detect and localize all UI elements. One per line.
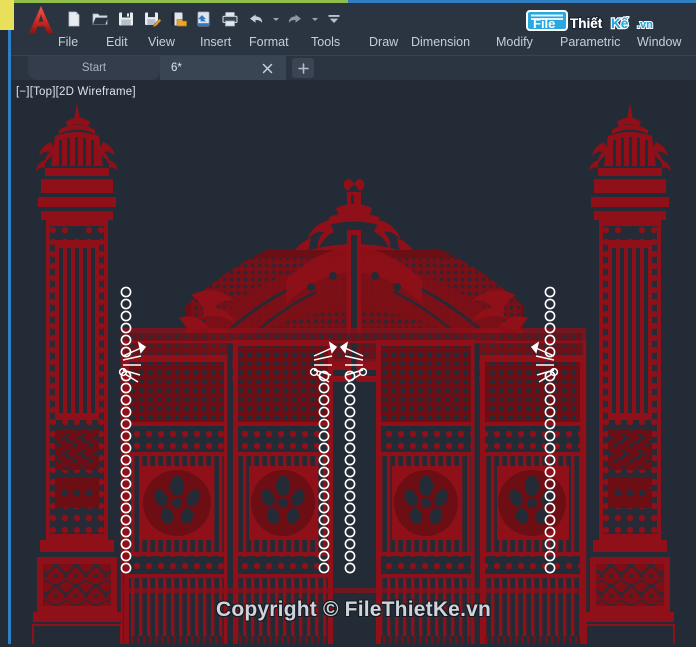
redo-dropdown-caret-icon[interactable] xyxy=(310,8,319,30)
print-icon[interactable] xyxy=(219,8,241,30)
window-top-accent-green xyxy=(14,0,348,3)
menu-bar[interactable]: File Edit View Insert Format Tools Draw Dimensi… xyxy=(11,29,696,55)
customize-icon[interactable] xyxy=(323,8,345,30)
new-file-icon[interactable] xyxy=(63,8,85,30)
menu-item-modify[interactable]: Modify xyxy=(496,31,533,53)
file-tab-bar: Start 6* xyxy=(11,56,696,80)
menu-item-window[interactable]: Window xyxy=(637,31,681,53)
menu-item-file[interactable]: File xyxy=(58,31,78,53)
viewport-config-label[interactable]: [−][Top][2D Wireframe] xyxy=(16,86,136,98)
window-left-accent-yellow xyxy=(0,0,14,30)
open-file-icon[interactable] xyxy=(89,8,111,30)
window-top-accent-blue xyxy=(348,0,696,3)
menu-item-dimension[interactable]: Dimension xyxy=(411,31,470,53)
new-tab-button[interactable] xyxy=(292,58,314,78)
save-as-icon[interactable] xyxy=(141,8,163,30)
gate-elevation-drawing xyxy=(11,80,696,644)
autocad-window: File Edit View Insert Format Tools Draw Dimensi… xyxy=(0,0,696,647)
undo-icon[interactable] xyxy=(245,8,267,30)
menu-item-parametric[interactable]: Parametric xyxy=(560,31,620,53)
tab-start-label: Start xyxy=(81,62,107,74)
menu-item-tools[interactable]: Tools xyxy=(311,31,340,53)
window-left-accent-blue xyxy=(8,30,11,647)
undo-dropdown-caret-icon[interactable] xyxy=(271,8,280,30)
close-icon[interactable] xyxy=(260,61,274,75)
redo-icon[interactable] xyxy=(284,8,306,30)
copyright-watermark: Copyright © FileThietKe.vn xyxy=(215,598,492,621)
menu-item-edit[interactable]: Edit xyxy=(106,31,128,53)
left-pillar xyxy=(32,103,122,644)
menu-item-view[interactable]: View xyxy=(148,31,175,53)
menu-item-draw[interactable]: Draw xyxy=(369,31,398,53)
menu-item-insert[interactable]: Insert xyxy=(200,31,231,53)
import-icon[interactable] xyxy=(193,8,215,30)
tab-document-label: 6* xyxy=(171,62,182,74)
right-pillar xyxy=(585,103,675,644)
cad-drawing-canvas[interactable] xyxy=(11,80,696,644)
drawing-viewport[interactable]: [−][Top][2D Wireframe] Copyright © FileT… xyxy=(11,80,696,644)
export-icon[interactable] xyxy=(167,8,189,30)
save-icon[interactable] xyxy=(115,8,137,30)
menu-item-format[interactable]: Format xyxy=(249,31,289,53)
tab-start[interactable]: Start xyxy=(28,56,160,80)
